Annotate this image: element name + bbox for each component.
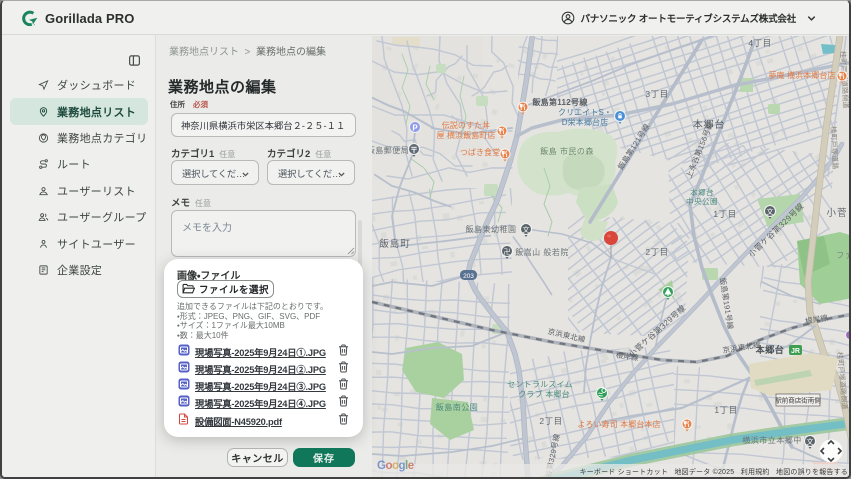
svg-text:203: 203 (463, 273, 474, 280)
svg-text:飯島郵便局: 飯島郵便局 (372, 145, 409, 155)
svg-text:本郷台: 本郷台 (693, 118, 725, 131)
svg-text:飯島 市民の森: 飯島 市民の森 (540, 146, 594, 156)
svg-text:横浜市立本郷中: 横浜市立本郷中 (742, 435, 802, 445)
svg-text:本郷台: 本郷台 (690, 187, 714, 197)
svg-text:飯島第121号線: 飯島第121号線 (615, 121, 651, 171)
svg-text:JR: JR (791, 348, 800, 355)
svg-text:よろい寿司 本郷台本店: よろい寿司 本郷台本店 (577, 419, 660, 429)
svg-text:小菅: 小菅 (826, 207, 847, 219)
svg-text:飯島東幼稚園: 飯島東幼稚園 (466, 224, 517, 234)
svg-text:文: 文 (523, 225, 530, 234)
svg-text:伝説のすた丼: 伝説のすた丼 (442, 120, 491, 130)
svg-text:2丁目: 2丁目 (539, 416, 562, 426)
svg-text:飯島町: 飯島町 (379, 238, 411, 250)
svg-text:飯島南公園: 飯島南公園 (436, 402, 479, 412)
svg-text:根岸線: 根岸線 (804, 312, 829, 326)
svg-text:つばき食堂: つばき食堂 (460, 147, 501, 157)
svg-text:セントラルスイム: セントラルスイム (507, 380, 572, 389)
svg-text:桂町戸塚道路側道: 桂町戸塚道路側道 (835, 352, 849, 410)
svg-text:2丁目: 2丁目 (645, 247, 668, 257)
svg-text:中央公園: 中央公園 (686, 196, 718, 206)
svg-text:1丁目: 1丁目 (713, 209, 736, 219)
svg-text:桂町戸塚道路: 桂町戸塚道路 (829, 126, 840, 170)
svg-text:4丁目: 4丁目 (748, 38, 771, 48)
svg-text:卍: 卍 (504, 248, 511, 256)
svg-text:飯嵩山 般若院: 飯嵩山 般若院 (515, 247, 569, 257)
svg-text:P: P (412, 124, 418, 133)
svg-text:屋 横浜飯島町店: 屋 横浜飯島町店 (436, 130, 495, 140)
svg-text:クラブ 本郷台: クラブ 本郷台 (518, 389, 570, 399)
svg-text:飯島第191号線: 飯島第191号線 (718, 277, 736, 331)
svg-text:駅前商店街南側: 駅前商店街南側 (775, 396, 821, 405)
svg-text:京浜東北線: 京浜東北線 (547, 326, 587, 344)
svg-text:文: 文 (807, 437, 814, 446)
svg-text:小菅ケ谷第329号線: 小菅ケ谷第329号線 (746, 201, 806, 259)
svg-text:〒: 〒 (410, 146, 418, 155)
svg-text:夢庵 横浜本郷台店: 夢庵 横浜本郷台店 (768, 70, 835, 80)
svg-text:本郷台: 本郷台 (755, 344, 785, 355)
svg-text:D栄本郷台店: D栄本郷台店 (562, 117, 608, 127)
svg-text:1丁目: 1丁目 (714, 405, 737, 415)
svg-text:クリエイトS・: クリエイトS・ (558, 108, 612, 117)
svg-text:飯島第112号線: 飯島第112号線 (531, 97, 588, 107)
svg-text:3丁目: 3丁目 (645, 89, 668, 99)
svg-text:ファミ: ファミ (836, 251, 851, 260)
svg-text:文: 文 (767, 207, 774, 216)
svg-text:小菅ケ谷第329号線: 小菅ケ谷第329号線 (626, 303, 687, 360)
svg-text:e: e (408, 460, 414, 472)
svg-text:キーボード ショートカット 地図データ ©2025: キーボード ショートカット 地図データ ©2025 利用規約 地図の誤りを報告す… (579, 467, 848, 476)
